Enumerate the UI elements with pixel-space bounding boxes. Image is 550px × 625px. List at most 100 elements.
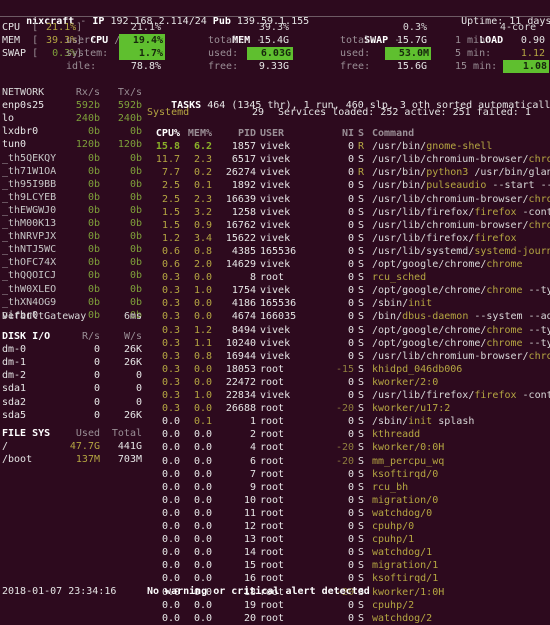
process-cpu-percent: 0.0 xyxy=(161,573,180,585)
process-cpu-percent: 0.3 xyxy=(161,324,180,336)
process-command-args: --type=ren xyxy=(528,285,550,297)
process-mem-percent: 0.0 xyxy=(193,429,212,441)
process-mem-percent: 3.4 xyxy=(193,232,212,244)
process-command-name: rcu_sched xyxy=(372,272,427,284)
process-pid: 14 xyxy=(243,547,256,559)
process-status: S xyxy=(358,324,365,336)
process-pid: 4186 xyxy=(231,298,256,310)
process-col-cpu[interactable]: CPU% xyxy=(150,127,180,140)
process-nice: 0 xyxy=(347,180,354,192)
cpu-label-1: system: xyxy=(66,48,109,60)
process-mem-percent: 0.0 xyxy=(193,403,212,415)
process-nice: 0 xyxy=(347,206,354,218)
process-status: S xyxy=(358,245,365,257)
process-user: vivek xyxy=(260,350,291,362)
process-command-path: /usr/lib/chromium-browser/ xyxy=(372,154,529,166)
process-status: S xyxy=(358,481,365,493)
swap-value-1: 53.0M xyxy=(385,47,431,61)
process-command-args: -contentpro xyxy=(522,206,550,218)
process-mem-percent: 0.0 xyxy=(193,272,212,284)
process-command-path: /usr/bin/ xyxy=(372,167,427,179)
process-user: 165536 xyxy=(260,245,297,257)
process-col-status[interactable]: S xyxy=(358,127,364,140)
network-rx-value: 0b xyxy=(87,152,100,164)
process-mem-percent: 2.0 xyxy=(193,259,212,270)
diskio-write-value: 0 xyxy=(135,383,142,395)
diskio-write-value: 0 xyxy=(135,370,142,382)
process-col-mem[interactable]: MEM% xyxy=(182,127,212,140)
process-status: S xyxy=(358,455,365,467)
mem-label-0: total: xyxy=(208,35,245,47)
process-user: root xyxy=(260,455,285,467)
process-user: root xyxy=(260,507,285,519)
process-status: S xyxy=(358,599,365,611)
process-command: /usr/lib/systemd/systemd-journald xyxy=(372,245,550,258)
process-user: root xyxy=(260,416,285,428)
process-pid: 16 xyxy=(243,573,256,585)
process-cpu-percent: 0.3 xyxy=(161,350,180,362)
process-command: migration/0 xyxy=(372,494,438,507)
quicklook-label: CPU xyxy=(2,22,21,33)
process-command-name: watchdog/0 xyxy=(372,507,433,519)
network-tx-value: 0b xyxy=(129,231,142,243)
process-cpu-percent: 1.5 xyxy=(161,219,180,231)
process-col-user[interactable]: USER xyxy=(260,127,284,140)
network-tx-value: 240b xyxy=(117,113,142,125)
quicklook-label: MEM xyxy=(2,35,21,47)
process-command-name: chromium-b xyxy=(528,193,550,205)
diskio-read-value: 0 xyxy=(93,396,100,408)
process-user: root xyxy=(260,363,285,375)
network-interface-name: _thQQOICJ xyxy=(2,270,57,282)
process-command-name: chromium-b xyxy=(528,219,550,231)
network-rx-value: 0b xyxy=(87,296,100,308)
filesystem-total-value: 441G xyxy=(117,441,142,453)
process-command-path: /usr/bin/ xyxy=(372,141,427,153)
process-status: R xyxy=(358,141,365,153)
process-pid: 14629 xyxy=(225,259,256,270)
network-rx-value: 0b xyxy=(87,126,100,138)
process-pid: 16639 xyxy=(225,193,256,205)
process-status: S xyxy=(358,403,365,415)
process-user: root xyxy=(260,560,285,572)
network-tx-value: 0b xyxy=(129,165,142,177)
diskio-write-value: 26K xyxy=(123,357,142,369)
cpu-value-1: 1.7% xyxy=(119,47,165,61)
diskio-read-value: 0 xyxy=(93,344,100,356)
glances-terminal: nixcraft - IP 192.168.2.114/24 Pub 139.5… xyxy=(0,0,550,624)
process-col-ni[interactable]: NI xyxy=(330,127,354,140)
process-status: S xyxy=(358,521,365,532)
process-command-name: firefox xyxy=(474,232,517,244)
mem-total-percent: 39.3% xyxy=(258,22,289,33)
process-user: vivek xyxy=(260,193,291,205)
network-interface-name: _thEWGWJ0 xyxy=(2,204,57,216)
process-cpu-percent: 0.0 xyxy=(161,416,180,428)
network-interface-name: _th71W1OA xyxy=(2,165,57,177)
process-command: rcu_bh xyxy=(372,481,408,494)
load-value-2: 1.08 xyxy=(503,60,549,74)
process-command-path: /usr/lib/chromium-browser/ xyxy=(372,350,529,362)
network-tx-value: 120b xyxy=(117,139,142,151)
process-nice: 0 xyxy=(347,416,354,428)
network-interface-name: _thNTJ5WC xyxy=(2,244,57,256)
network-tx-value: 0b xyxy=(129,178,142,190)
mem-label-2: free: xyxy=(208,61,239,73)
process-pid: 4674 xyxy=(231,311,256,323)
network-interface-name: enp0s25 xyxy=(2,100,45,112)
process-command-name: kthreadd xyxy=(372,429,421,441)
process-command: watchdog/2 xyxy=(372,612,432,625)
process-command-name: chrome xyxy=(486,324,523,336)
process-status: S xyxy=(358,547,365,559)
filesystem-used-value: 47.7G xyxy=(69,441,100,453)
process-user: root xyxy=(260,521,285,532)
process-col-pid[interactable]: PID xyxy=(214,127,256,140)
process-status: S xyxy=(358,193,365,205)
process-command: cpuhp/0 xyxy=(372,520,414,533)
diskio-col-read: R/s xyxy=(81,331,100,342)
process-mem-percent: 0.9 xyxy=(193,219,212,231)
network-tx-value: 0b xyxy=(129,283,142,295)
process-command-name: khidpd_046db006 xyxy=(372,363,463,375)
process-col-command[interactable]: Command xyxy=(372,127,414,140)
process-cpu-percent: 0.0 xyxy=(161,547,180,559)
cpu-label-0: user: xyxy=(66,35,97,47)
systemd-label: Systemd xyxy=(147,107,190,118)
